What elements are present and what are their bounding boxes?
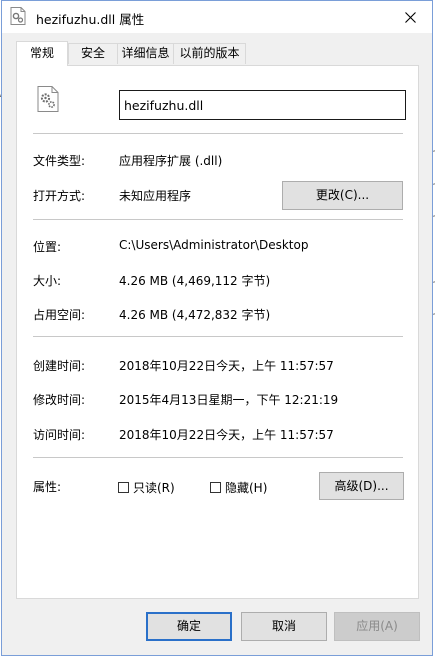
advanced-button[interactable]: 高级(D)... <box>319 472 404 500</box>
dll-file-icon <box>37 86 59 112</box>
title-bar[interactable]: hezifuzhu.dll 属性 <box>2 1 432 33</box>
size-label: 大小: <box>33 274 62 288</box>
divider <box>33 336 403 337</box>
location-value: C:\Users\Administrator\Desktop <box>119 238 309 252</box>
modified-label: 修改时间: <box>33 393 86 407</box>
attributes-label: 属性: <box>33 480 62 494</box>
accessed-label: 访问时间: <box>33 428 86 442</box>
opens-with-label: 打开方式: <box>33 189 86 203</box>
file-type-value: 应用程序扩展 (.dll) <box>119 154 223 168</box>
close-button[interactable] <box>388 1 432 33</box>
created-label: 创建时间: <box>33 359 86 373</box>
properties-dialog: hezifuzhu.dll 属性 常规 安全 详细信息 以前的版本 文件类型: … <box>1 0 433 656</box>
dll-file-icon <box>10 7 26 25</box>
change-button[interactable]: 更改(C)... <box>282 181 403 210</box>
divider <box>33 457 403 458</box>
file-type-label: 文件类型: <box>33 154 86 168</box>
disk-size-value: 4.26 MB (4,472,832 字节) <box>119 308 271 322</box>
apply-button: 应用(A) <box>334 612 420 641</box>
cancel-button[interactable]: 取消 <box>241 612 327 641</box>
location-label: 位置: <box>33 240 62 254</box>
tab-general[interactable]: 常规 <box>16 41 68 66</box>
close-icon <box>404 11 416 23</box>
checkbox-box[interactable] <box>210 482 221 493</box>
modified-value: 2015年4月13日星期一，下午 12:21:19 <box>119 393 339 407</box>
divider <box>33 133 403 134</box>
tab-security[interactable]: 安全 <box>68 43 118 64</box>
accessed-value: 2018年10月22日今天，上午 11:57:57 <box>119 428 334 442</box>
window-title: hezifuzhu.dll 属性 <box>36 12 145 27</box>
readonly-checkbox[interactable]: 只读(R) <box>118 479 175 496</box>
divider <box>33 219 403 220</box>
general-tab-panel <box>16 65 419 599</box>
created-value: 2018年10月22日今天，上午 11:57:57 <box>119 359 334 373</box>
checkbox-box[interactable] <box>118 482 129 493</box>
ok-button[interactable]: 确定 <box>146 612 232 641</box>
hidden-label: 隐藏(H) <box>225 481 268 495</box>
disk-size-label: 占用空间: <box>33 308 86 322</box>
size-value: 4.26 MB (4,469,112 字节) <box>119 274 271 288</box>
file-name-field[interactable] <box>119 90 406 120</box>
tab-previous-versions[interactable]: 以前的版本 <box>173 43 246 64</box>
opens-with-value: 未知应用程序 <box>119 189 192 203</box>
hidden-checkbox[interactable]: 隐藏(H) <box>210 479 267 496</box>
tab-details[interactable]: 详细信息 <box>117 43 174 64</box>
readonly-label: 只读(R) <box>133 481 175 495</box>
